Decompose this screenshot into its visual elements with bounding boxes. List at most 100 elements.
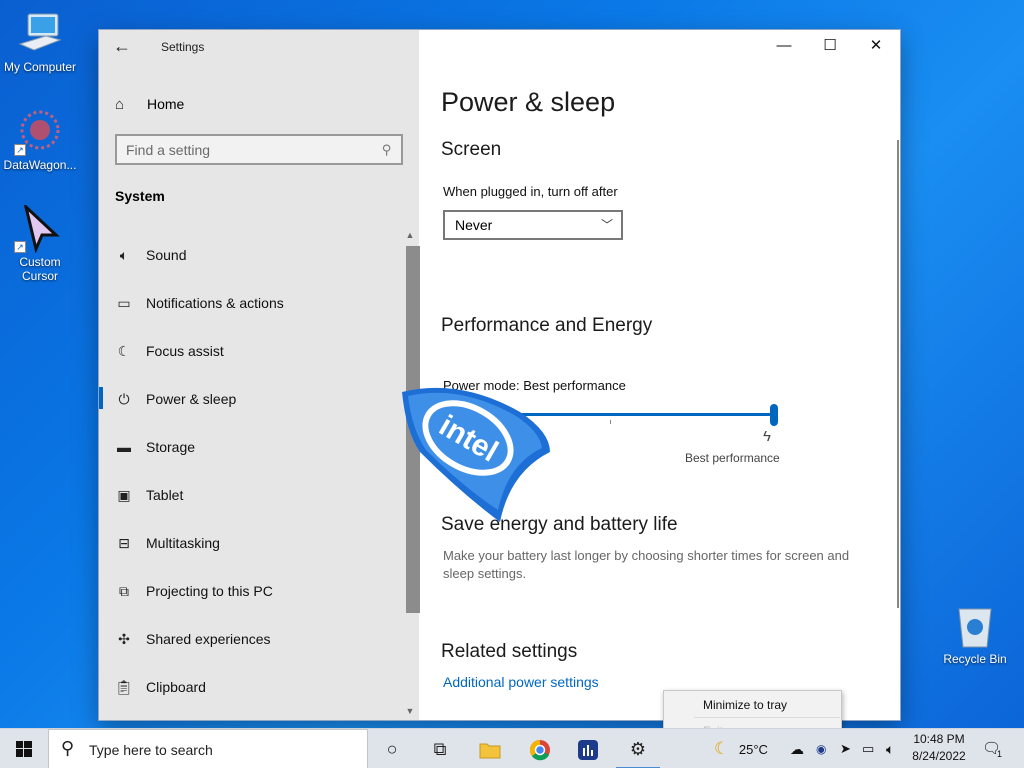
minimize-icon: — [776, 37, 792, 54]
nav-home-label: Home [147, 96, 185, 112]
desktop-icon-my-computer[interactable]: My Computer [0, 10, 80, 74]
desktop-icon-label: Custom Cursor [19, 255, 61, 283]
weather-widget[interactable]: ☾ 25°C [714, 729, 768, 768]
folder-icon [479, 743, 501, 759]
sidebar-item-label: Tablet [146, 487, 184, 503]
windows-logo-icon [16, 741, 32, 757]
performance-heading: Performance and Energy [441, 315, 653, 336]
sidebar-item-focus-assist[interactable]: ☾ Focus assist [99, 327, 399, 375]
sidebar-item-label: Notifications & actions [146, 295, 284, 311]
cortana-button[interactable]: ○ [368, 729, 416, 768]
cortana-circle-icon: ○ [386, 739, 398, 759]
desktop-icon-custom-cursor[interactable]: ↗ Custom Cursor [0, 202, 80, 283]
maximize-icon: ☐ [823, 37, 837, 54]
battery-description: Make your battery last longer by choosin… [443, 548, 850, 581]
search-icon: ⚲ [61, 738, 75, 758]
desktop-icon-label: DataWagon... [3, 158, 77, 172]
taskbar-search-placeholder: Type here to search [89, 742, 213, 758]
content-scrollbar[interactable] [897, 140, 899, 608]
sidebar-item-notifications[interactable]: ▭ Notifications & actions [99, 279, 399, 327]
page-title: Power & sleep [441, 87, 616, 117]
minimize-button[interactable]: — [761, 30, 807, 62]
screen-timeout-dropdown[interactable]: Never ﹀ [443, 210, 623, 240]
sidebar-item-clipboard[interactable]: 📋︎ Clipboard [99, 663, 399, 711]
sidebar-item-multitasking[interactable]: ⊟ Multitasking [99, 519, 399, 567]
notification-count-badge: 1 [997, 749, 1003, 759]
scroll-up-icon[interactable]: ▲ [403, 230, 417, 244]
sidebar-item-shared-experiences[interactable]: ✣ Shared experiences [99, 615, 399, 663]
moon-icon: ☾ [117, 342, 131, 359]
clock-time: 10:48 PM [913, 732, 965, 746]
cursor-icon: ↗ [14, 202, 64, 254]
sidebar-item-label: Storage [146, 439, 196, 455]
title-bar: ← Settings [99, 30, 419, 62]
computer-icon [16, 10, 64, 58]
tray-cloud-icon[interactable]: ☁ [790, 729, 804, 768]
task-view-icon: ⧉ [433, 739, 447, 759]
menu-separator [694, 717, 840, 718]
speaker-icon: 🔈︎ [119, 246, 129, 263]
app-button-monitor[interactable] [564, 729, 612, 768]
maximize-button[interactable]: ☐ [807, 30, 853, 62]
chrome-button[interactable] [516, 729, 564, 768]
sidebar-item-sound[interactable]: 🔈︎ Sound [99, 231, 399, 279]
power-icon: ⏻ [118, 390, 130, 407]
shared-icon: ✣ [118, 630, 130, 647]
nav-section-label: System [115, 188, 165, 204]
power-mode-slider-thumb[interactable] [770, 404, 778, 426]
chrome-icon [530, 740, 550, 761]
desktop-icon-label: Recycle Bin [943, 652, 1007, 666]
task-view-button[interactable]: ⧉ [416, 729, 464, 768]
taskbar-clock[interactable]: 10:48 PM 8/24/2022 [908, 731, 970, 765]
tablet-icon: ▣ [117, 486, 131, 503]
sidebar-item-projecting[interactable]: ⧉ Projecting to this PC [99, 567, 399, 615]
taskbar-search[interactable]: ⚲ Type here to search [48, 729, 368, 768]
tray-cursor-icon[interactable]: ➤ [840, 729, 851, 768]
nav-list: 🔈︎ Sound ▭ Notifications & actions ☾ Foc… [99, 231, 399, 711]
back-arrow-icon[interactable]: ← [109, 34, 135, 60]
scroll-down-icon[interactable]: ▼ [403, 706, 417, 720]
slider-end-label: Best performance [685, 451, 780, 465]
settings-content: — ☐ ✕ Power & sleep Screen When plugged … [419, 30, 900, 720]
moon-weather-icon: ☾ [714, 739, 730, 758]
plugged-in-label: When plugged in, turn off after [443, 184, 618, 199]
settings-taskbar-button[interactable]: ⚙ [614, 729, 662, 768]
dropdown-value: Never [455, 217, 493, 233]
network-icon[interactable]: ▭ [862, 729, 874, 768]
gear-icon: ⚙ [629, 739, 647, 759]
message-icon: ▭ [117, 294, 131, 311]
home-icon: ⌂ [115, 95, 125, 113]
intel-overlay-logo[interactable]: intel [400, 382, 556, 530]
storage-icon: ▬ [117, 439, 131, 455]
menu-item-minimize-to-tray[interactable]: Minimize to tray [703, 698, 787, 712]
settings-nav-pane: ← Settings ⌂ Home ⚲ System 🔈︎ Sound ▭ No… [99, 30, 420, 720]
screen-heading: Screen [441, 139, 502, 160]
additional-power-settings-link[interactable]: Additional power settings [443, 674, 599, 690]
desktop-icon-recycle-bin[interactable]: Recycle Bin [940, 603, 1010, 666]
sidebar-item-label: Shared experiences [146, 631, 271, 647]
sidebar-item-power-sleep[interactable]: ⏻ Power & sleep [99, 375, 399, 423]
start-button[interactable] [0, 729, 48, 768]
recycle-bin-icon [958, 608, 992, 648]
close-button[interactable]: ✕ [853, 30, 899, 62]
sidebar-item-label: Sound [146, 247, 187, 263]
find-setting-input[interactable] [117, 136, 367, 163]
notification-center-icon[interactable]: 🗨︎1 [982, 729, 1006, 768]
find-setting-search[interactable]: ⚲ [115, 134, 403, 165]
clock-date: 8/24/2022 [912, 749, 966, 763]
desktop-icon-label: My Computer [3, 60, 77, 74]
sidebar-item-tablet[interactable]: ▣ Tablet [99, 471, 399, 519]
desktop-icon-datawagon[interactable]: ↗ DataWagon... [0, 108, 80, 172]
shortcut-arrow-icon: ↗ [14, 241, 26, 253]
sidebar-item-label: Power & sleep [146, 391, 237, 407]
shortcut-arrow-icon: ↗ [14, 144, 26, 156]
slider-tick [610, 420, 611, 424]
tray-app-icon[interactable]: ◉ [816, 729, 826, 768]
file-explorer-button[interactable] [466, 729, 514, 768]
sidebar-item-label: Multitasking [146, 535, 220, 551]
volume-icon[interactable]: 🔈︎ [886, 729, 894, 768]
sidebar-item-storage[interactable]: ▬ Storage [99, 423, 399, 471]
taskbar: ⚲ Type here to search ○ ⧉ ⚙ ☾ 25°C ☁ ◉ ➤… [0, 728, 1024, 768]
nav-home[interactable]: ⌂ Home [115, 93, 184, 115]
related-heading: Related settings [441, 641, 578, 662]
